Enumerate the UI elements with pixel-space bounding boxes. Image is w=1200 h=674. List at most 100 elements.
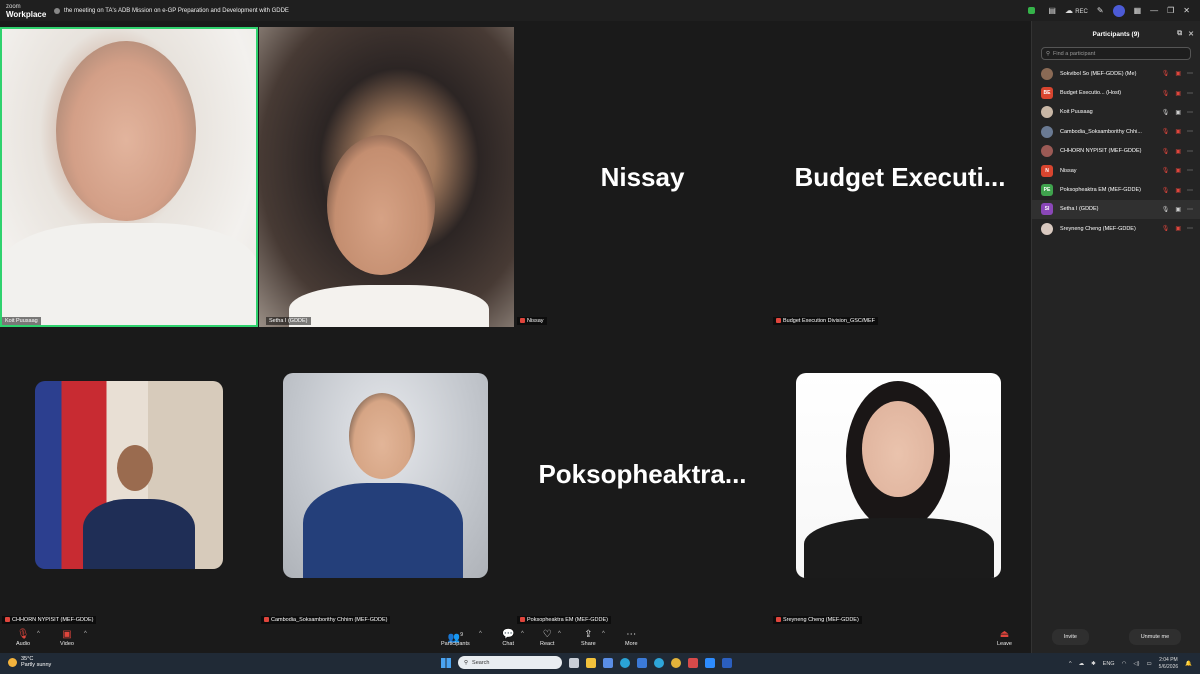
leave-button[interactable]: ⏏ Leave [997,629,1012,647]
mic-muted-icon[interactable]: 🎙 [1162,148,1170,155]
video-tile-chhorn[interactable]: CHHORN NYPISIT (MEF-GDDE) [0,328,258,625]
more-options-icon[interactable]: ⋯ [1187,206,1193,213]
windows-start-icon[interactable] [441,657,451,668]
audio-button[interactable]: 🎙 Audio [16,629,30,647]
video-on-icon[interactable]: ▣ [1175,206,1181,213]
audio-options-caret[interactable]: ^ [37,631,40,637]
weather-widget[interactable]: 35°C Partly sunny [8,656,51,668]
video-off-icon[interactable]: ▣ [1175,90,1181,97]
show-hidden-icons-chevron[interactable]: ^ [1069,661,1072,667]
video-off-icon[interactable]: ▣ [1175,148,1181,155]
more-options-icon[interactable]: ⋯ [1187,70,1193,77]
bluetooth-icon[interactable]: ✱ [1091,661,1096,667]
chat-options-caret[interactable]: ^ [521,631,524,637]
mic-muted-icon[interactable]: 🎙 [1162,187,1170,194]
chat-button[interactable]: 💬 Chat [502,629,514,647]
video-tile-sreyneng[interactable]: Sreyneng Cheng (MEF-GDDE) [771,328,1029,625]
participants-options-caret[interactable]: ^ [479,631,482,637]
taskbar-search[interactable]: ⚲ Search [458,656,562,669]
title-bar: zoom Workplace the meeting on TA's ADB M… [0,0,1200,21]
telegram-icon[interactable] [654,657,664,668]
participant-row[interactable]: SI Setha I (GDDE) 🎙 ▣ ⋯ [1032,199,1200,220]
video-off-icon[interactable]: ▣ [1175,167,1181,174]
video-off-icon[interactable]: ▣ [1175,225,1181,232]
video-options-caret[interactable]: ^ [84,631,87,637]
notifications-icon[interactable]: 🔔 [1185,661,1192,667]
language-indicator[interactable]: ENG [1103,661,1115,667]
cloud-record-icon[interactable]: ☁ REC [1065,6,1088,15]
mic-muted-icon[interactable]: 🎙 [1162,90,1170,97]
notes-icon[interactable]: ▤ [1048,6,1056,15]
react-button[interactable]: ♡ React [540,629,554,647]
battery-icon[interactable]: ▭ [1146,661,1151,667]
volume-icon[interactable]: ◁) [1133,661,1139,667]
video-tile-koit[interactable]: Koit Puusaag [0,27,258,327]
participant-face [349,393,415,479]
participant-row[interactable]: PE Poksopheaktra EM (MEF-GDDE) 🎙 ▣ ⋯ [1032,180,1200,199]
participants-button[interactable]: 👥9 Participants [441,629,470,647]
participant-row[interactable]: CHHORN NYPISIT (MEF-GDDE) 🎙 ▣ ⋯ [1032,142,1200,161]
chrome-icon[interactable] [671,657,681,668]
invite-button[interactable]: Invite [1051,629,1089,645]
participant-row[interactable]: BE Budget Executio... (Host) 🎙 ▣ ⋯ [1032,83,1200,102]
participant-row[interactable]: Sreyneng Cheng (MEF-GDDE) 🎙 ▣ ⋯ [1032,219,1200,238]
video-tile-nissay[interactable]: Nissay Nissay [515,27,770,327]
more-options-icon[interactable]: ⋯ [1187,148,1193,155]
mic-muted-icon[interactable]: 🎙 [1162,167,1170,174]
video-tile-cambodia-soksamborithy[interactable]: Cambodia_Soksamborithy Chhim (MEF-GDDE) [259,328,514,625]
ai-companion-icon[interactable] [1112,4,1125,17]
participant-row[interactable]: N Nissay 🎙 ▣ ⋯ [1032,161,1200,180]
share-button[interactable]: ⇪ Share [581,629,596,647]
participant-name: Koit Puusaag [1060,109,1093,116]
close-icon[interactable]: ✕ [1183,6,1190,15]
edge-icon[interactable] [620,657,630,668]
more-options-icon[interactable]: ⋯ [1187,90,1193,97]
mic-muted-icon[interactable]: 🎙 [1162,128,1170,135]
cloud-icon[interactable]: ☁ [1079,661,1085,667]
zoom-meeting-icon[interactable] [705,657,715,668]
share-options-caret[interactable]: ^ [602,631,605,637]
participant-avatar: PE [1041,184,1053,197]
clock[interactable]: 2:04 PM 5/6/2026 [1159,657,1178,670]
more-options-icon[interactable]: ⋯ [1187,225,1193,232]
zoom-app-icon[interactable] [688,657,698,668]
video-off-icon[interactable]: ▣ [1175,128,1181,135]
mic-off-icon: 🎙 [16,629,30,640]
participant-face [327,135,435,275]
participant-search-input[interactable]: ⚲ Find a participant [1041,47,1191,60]
more-options-icon[interactable]: ⋯ [1187,128,1193,135]
unmute-me-button[interactable]: Unmute me [1128,629,1182,645]
pop-out-icon[interactable]: ⧉ [1177,30,1182,38]
video-off-icon[interactable]: ▣ [1175,70,1181,77]
more-options-icon[interactable]: ⋯ [1187,109,1193,116]
video-on-icon[interactable]: ▣ [1175,109,1181,116]
word-icon[interactable] [722,657,732,668]
video-button[interactable]: ▣ Video [60,629,74,647]
view-icon[interactable]: ▦ [1134,6,1142,15]
file-explorer-icon[interactable] [586,657,596,668]
task-view-icon[interactable] [569,657,579,668]
video-tile-setha[interactable]: Setha I (GDDE) [259,27,514,327]
participant-row[interactable]: Koit Puusaag 🎙 ▣ ⋯ [1032,103,1200,122]
more-options-icon[interactable]: ⋯ [1187,167,1193,174]
more-options-icon[interactable]: ⋯ [1187,187,1193,194]
mic-muted-icon[interactable]: 🎙 [1162,225,1170,232]
react-options-caret[interactable]: ^ [558,631,561,637]
store-icon[interactable] [637,657,647,668]
restore-icon[interactable]: ❐ [1167,6,1174,15]
more-button[interactable]: ⋯ More [625,629,638,647]
participant-row[interactable]: Cambodia_Soksamborithy Chhi... 🎙 ▣ ⋯ [1032,122,1200,141]
participant-row[interactable]: Sokvibol So (MEF-GDDE) (Me) 🎙 ▣ ⋯ [1032,64,1200,83]
close-icon[interactable]: ✕ [1188,30,1194,38]
wifi-icon[interactable]: ◠ [1122,661,1127,667]
video-tile-poksopheaktra[interactable]: Poksopheaktra... Poksopheaktra EM (MEF-G… [515,328,770,625]
edit-icon[interactable]: ✎ [1097,6,1104,15]
mic-on-icon[interactable]: 🎙 [1162,109,1170,116]
copilot-icon[interactable] [603,657,613,668]
video-off-icon[interactable]: ▣ [1175,187,1181,194]
encryption-shield-icon[interactable] [1028,7,1036,14]
mic-muted-icon[interactable]: 🎙 [1162,70,1170,77]
mic-on-icon[interactable]: 🎙 [1162,206,1170,213]
video-tile-budget-execution[interactable]: Budget Executi... Budget Execution Divis… [771,27,1029,327]
minimize-icon[interactable]: — [1150,6,1158,15]
